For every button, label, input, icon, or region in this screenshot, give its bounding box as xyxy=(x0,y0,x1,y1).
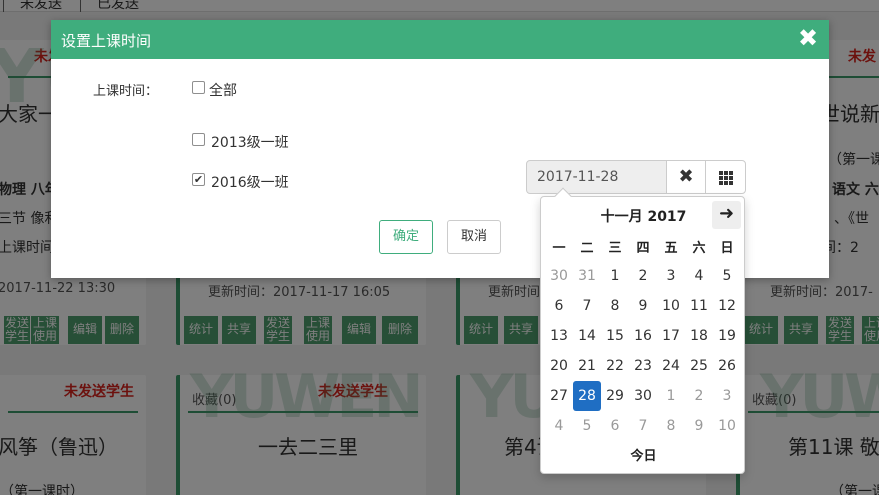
calendar-day[interactable]: 11 xyxy=(685,291,713,321)
weekday-label: 五 xyxy=(664,241,678,256)
calendar-day[interactable]: 1 xyxy=(601,261,629,291)
calendar-day[interactable]: 4 xyxy=(685,261,713,291)
dialog-title: 设置上课时间 xyxy=(61,33,152,50)
all-checkbox[interactable] xyxy=(192,81,205,94)
class-checkbox-label[interactable]: 2013级一班 xyxy=(211,132,289,152)
calendar-day[interactable]: 5 xyxy=(573,411,601,441)
calendar-day[interactable]: 20 xyxy=(545,351,573,381)
calendar-day[interactable]: 12 xyxy=(713,291,741,321)
calendar-day[interactable]: 4 xyxy=(545,411,573,441)
calendar-day[interactable]: 28 xyxy=(573,381,601,411)
calendar-day[interactable]: 9 xyxy=(629,291,657,321)
date-picker-popup: 十一月 2017 ➜ 一二三四五六日 30 31 1 2 3 4 5 6 7 8 9 10 11 12 13… xyxy=(540,187,746,474)
calendar-day[interactable]: 6 xyxy=(601,411,629,441)
calendar-day[interactable]: 17 xyxy=(657,321,685,351)
calendar-day[interactable]: 21 xyxy=(573,351,601,381)
calendar-day[interactable]: 22 xyxy=(601,351,629,381)
weekday-label: 日 xyxy=(720,241,734,256)
calendar-day[interactable]: 10 xyxy=(657,291,685,321)
clear-date-button[interactable]: ✖ xyxy=(666,160,706,194)
calendar-day[interactable]: 6 xyxy=(545,291,573,321)
calendar-day[interactable]: 19 xyxy=(713,321,741,351)
class-checkbox-2016-1[interactable]: ✔ xyxy=(192,173,205,186)
confirm-button[interactable]: 确定 xyxy=(379,220,433,254)
class-time-label: 上课时间： xyxy=(93,84,159,99)
weekday-label: 二 xyxy=(580,241,594,256)
all-checkbox-label[interactable]: 全部 xyxy=(209,80,237,100)
calendar-day[interactable]: 5 xyxy=(713,261,741,291)
weekday-label: 三 xyxy=(608,241,622,256)
open-calendar-button[interactable] xyxy=(705,160,746,194)
calendar-day[interactable]: 29 xyxy=(601,381,629,411)
grid-icon xyxy=(719,171,733,185)
calendar-day[interactable]: 31 xyxy=(573,261,601,291)
calendar-day[interactable]: 3 xyxy=(713,381,741,411)
calendar-day[interactable]: 16 xyxy=(629,321,657,351)
calendar-day[interactable]: 14 xyxy=(573,321,601,351)
class-checkbox-2013-1[interactable] xyxy=(192,133,205,146)
calendar-day[interactable]: 27 xyxy=(545,381,573,411)
calendar-day[interactable]: 7 xyxy=(573,291,601,321)
close-icon[interactable]: ✖ xyxy=(797,26,819,50)
calendar-day[interactable]: 8 xyxy=(657,411,685,441)
calendar-day[interactable]: 2 xyxy=(629,261,657,291)
calendar-day[interactable]: 23 xyxy=(629,351,657,381)
next-month-arrow-icon[interactable]: ➜ xyxy=(712,201,741,229)
calendar-day[interactable]: 13 xyxy=(545,321,573,351)
calendar-day[interactable]: 26 xyxy=(713,351,741,381)
calendar-day[interactable]: 18 xyxy=(685,321,713,351)
calendar-day[interactable]: 9 xyxy=(685,411,713,441)
calendar-day[interactable]: 10 xyxy=(713,411,741,441)
calendar-day[interactable]: 30 xyxy=(545,261,573,291)
calendar-day[interactable]: 8 xyxy=(601,291,629,321)
weekday-label: 四 xyxy=(636,241,650,256)
calendar-day[interactable]: 24 xyxy=(657,351,685,381)
cancel-button[interactable]: 取消 xyxy=(447,220,501,254)
calendar-day[interactable]: 1 xyxy=(657,381,685,411)
class-checkbox-label[interactable]: 2016级一班 xyxy=(211,172,289,192)
calendar-day[interactable]: 25 xyxy=(685,351,713,381)
date-input[interactable]: 2017-11-28 xyxy=(526,160,667,194)
calendar-day[interactable]: 3 xyxy=(657,261,685,291)
calendar-day[interactable]: 2 xyxy=(685,381,713,411)
calendar-day[interactable]: 30 xyxy=(629,381,657,411)
calendar-day[interactable]: 15 xyxy=(601,321,629,351)
weekday-label: 六 xyxy=(692,241,706,256)
calendar-day[interactable]: 7 xyxy=(629,411,657,441)
close-icon: ✖ xyxy=(678,166,694,187)
weekday-label: 一 xyxy=(552,241,566,256)
today-button[interactable]: 今日 xyxy=(541,445,746,464)
dialog-header: 设置上课时间 ✖ xyxy=(51,20,829,59)
